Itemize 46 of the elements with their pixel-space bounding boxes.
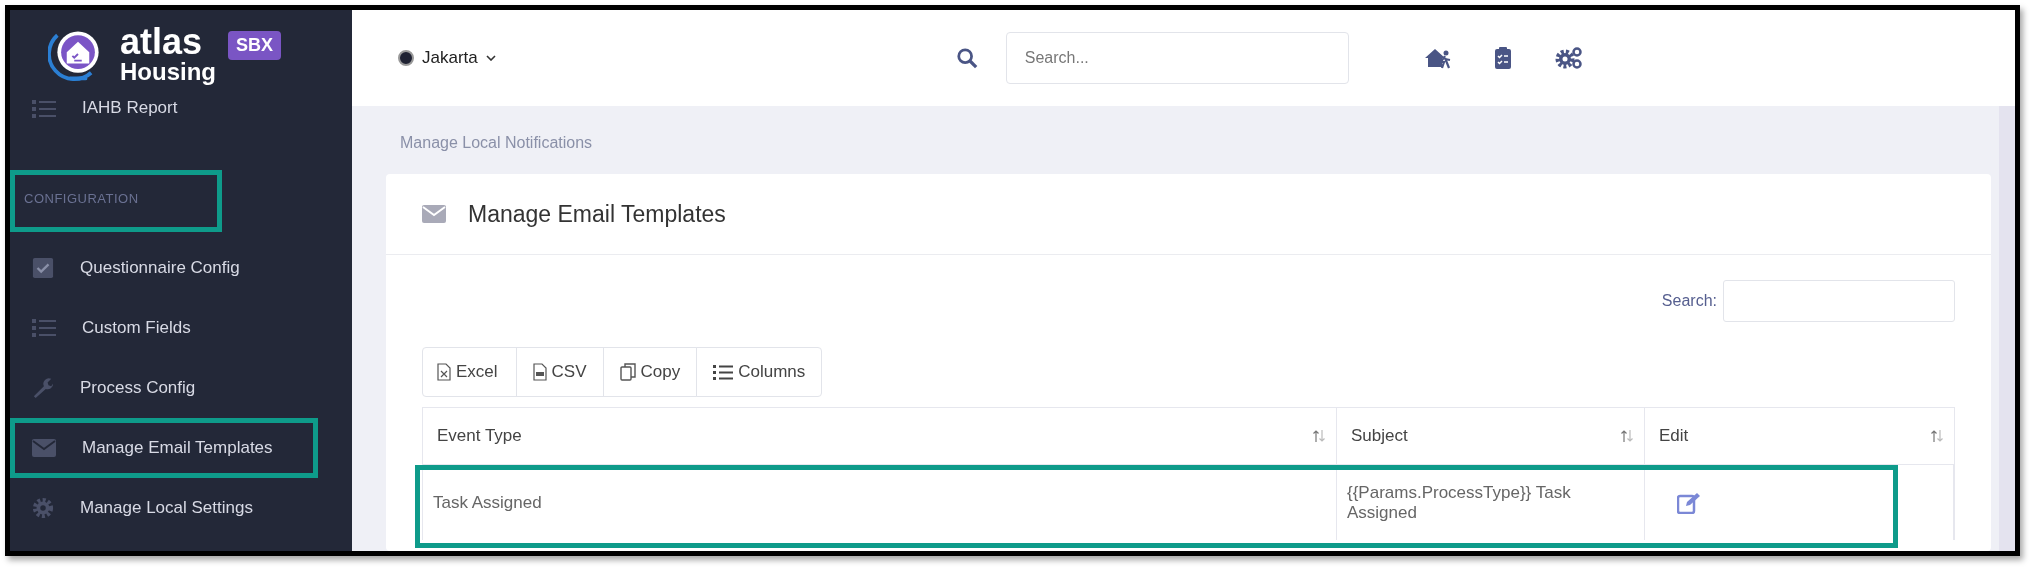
chevron-down-icon: [485, 55, 496, 61]
export-button[interactable]: CSV: [515, 347, 604, 397]
copy-icon: [619, 363, 636, 381]
wrench-icon: [32, 377, 54, 399]
breadcrumb: Manage Local Notifications: [399, 133, 593, 153]
envelope-icon: [32, 439, 56, 457]
gear-icon: [32, 497, 54, 519]
checkbox-icon: [32, 257, 54, 279]
column-header[interactable]: Subject: [1337, 408, 1645, 465]
scrollbar[interactable]: [1999, 106, 2015, 551]
column-header[interactable]: Event Type: [423, 408, 1337, 465]
table-cell-text: {{Params.ProcessType}} Task Assigned: [1347, 482, 1572, 523]
search-label: Search:: [1661, 292, 1717, 310]
sidebar-item[interactable]: Custom Fields: [10, 298, 352, 358]
table-search-field[interactable]: [1723, 280, 1955, 322]
location-dropdown[interactable]: Jakarta: [398, 48, 496, 68]
list-icon: [32, 98, 56, 118]
house-person-icon[interactable]: [1423, 47, 1452, 69]
search-field[interactable]: Search...: [1005, 32, 1349, 84]
table-cell: Task Assigned: [433, 492, 542, 513]
sidebar-item[interactable]: Questionnaire Config: [10, 238, 352, 298]
card-title: Manage Email Templates: [468, 200, 726, 228]
gears-icon[interactable]: [1553, 46, 1584, 70]
brand-name: atlas: [120, 24, 204, 60]
sort-icon: [1312, 429, 1326, 443]
export-button[interactable]: Excel: [422, 347, 517, 397]
list-icon: [32, 318, 56, 338]
edit-icon[interactable]: [1677, 491, 1701, 514]
sidebar-item[interactable]: Process Config: [10, 358, 352, 418]
sort-icon: [1930, 429, 1944, 443]
section-heading: CONFIGURATION: [24, 190, 139, 206]
export-button[interactable]: Copy: [602, 347, 698, 397]
environment-badge: SBX: [228, 30, 281, 60]
export-button[interactable]: Columns: [696, 347, 823, 397]
excel-file-icon: [437, 363, 451, 381]
sidebar-item[interactable]: IAHB Report: [10, 90, 352, 126]
sort-icon: [1620, 429, 1634, 443]
list-icon: [713, 364, 734, 380]
envelope-icon: [422, 205, 446, 223]
search-icon[interactable]: [955, 47, 978, 69]
sidebar-item[interactable]: Manage Email Templates: [10, 418, 352, 478]
column-header[interactable]: Edit: [1645, 408, 1954, 465]
csv-file-icon: [532, 363, 547, 381]
brand-subtitle: Housing: [120, 60, 216, 84]
clipboard-icon[interactable]: [1493, 46, 1512, 70]
sidebar-item[interactable]: Manage Local Settings: [10, 478, 352, 538]
